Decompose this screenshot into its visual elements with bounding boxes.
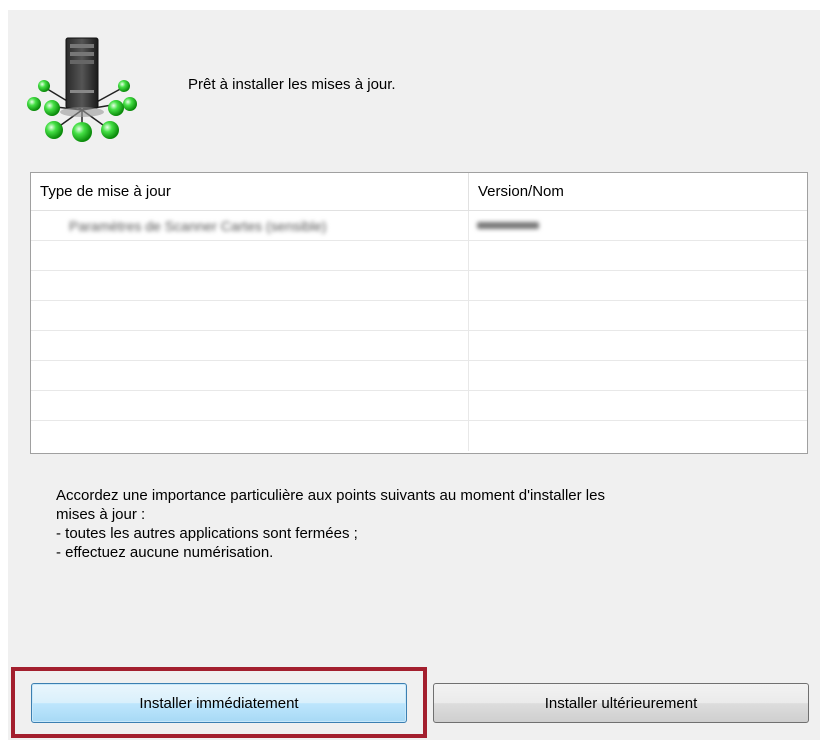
- table-row-empty: [31, 391, 807, 421]
- install-now-button[interactable]: Installer immédiatement: [31, 683, 407, 723]
- table-header: Type de mise à jour Version/Nom: [31, 173, 807, 211]
- install-notes: Accordez une importance particulière aux…: [56, 486, 796, 562]
- table-row[interactable]: Paramètres de Scanner Cartes (sensible): [31, 211, 807, 241]
- note-line: Accordez une importance particulière aux…: [56, 487, 605, 504]
- update-dialog: Prêt à installer les mises à jour. Type …: [8, 10, 820, 740]
- update-type-text: Paramètres de Scanner Cartes (sensible): [69, 217, 327, 234]
- table-row-empty: [31, 241, 807, 271]
- column-header-version[interactable]: Version/Nom: [469, 173, 807, 210]
- table-row-empty: [31, 421, 807, 451]
- cell-version: [469, 211, 807, 240]
- status-message: Prêt à installer les mises à jour.: [188, 76, 396, 93]
- install-later-button[interactable]: Installer ultérieurement: [433, 683, 809, 723]
- note-line: mises à jour :: [56, 506, 146, 523]
- table-row-empty: [31, 271, 807, 301]
- table-row-empty: [31, 301, 807, 331]
- server-network-icon: [24, 32, 140, 144]
- cell-update-type: Paramètres de Scanner Cartes (sensible): [31, 211, 469, 240]
- table-row-empty: [31, 331, 807, 361]
- note-line: - toutes les autres applications sont fe…: [56, 525, 358, 542]
- version-redacted: [477, 222, 539, 229]
- table-row-empty: [31, 361, 807, 391]
- note-line: - effectuez aucune numérisation.: [56, 544, 274, 561]
- updates-table: Type de mise à jour Version/Nom Paramètr…: [30, 172, 808, 454]
- column-header-type[interactable]: Type de mise à jour: [31, 173, 469, 210]
